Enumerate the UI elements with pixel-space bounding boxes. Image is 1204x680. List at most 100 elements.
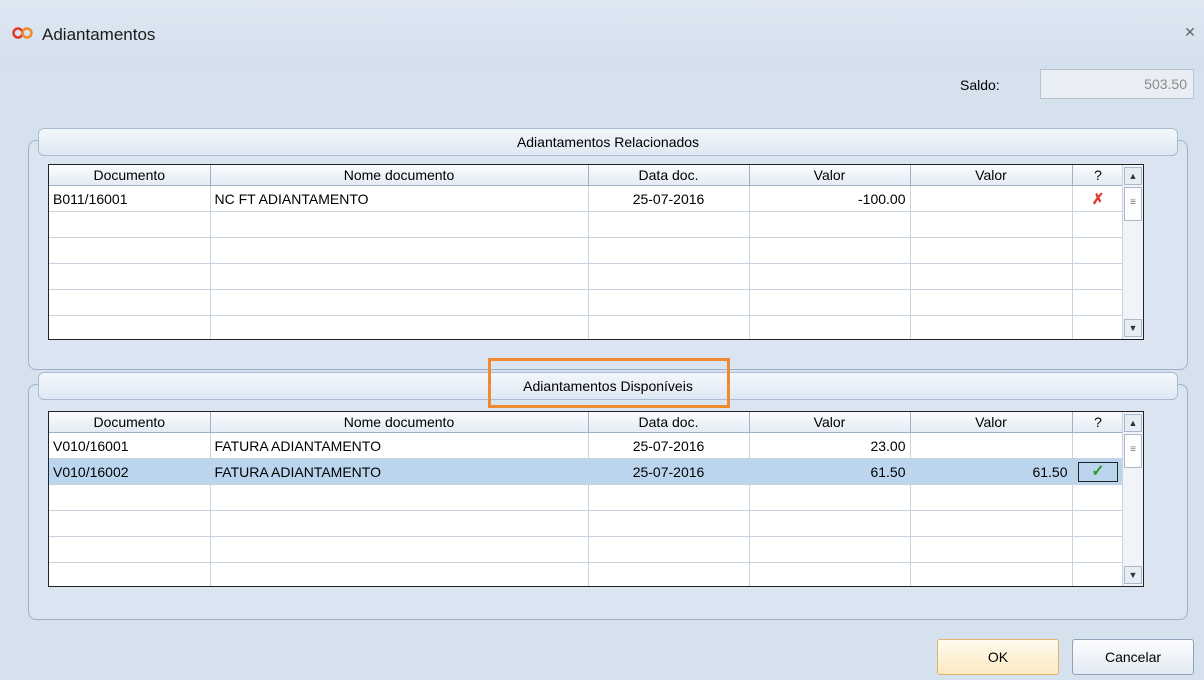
- cell-status[interactable]: [1072, 536, 1125, 563]
- remove-icon[interactable]: ✗: [1092, 191, 1105, 208]
- saldo-field: 503.50: [1040, 69, 1194, 99]
- col-data-doc-header[interactable]: Data doc.: [588, 412, 750, 433]
- cell-valor2: [910, 211, 1073, 238]
- table-row[interactable]: [49, 211, 1125, 238]
- title-bar: Adiantamentos ✕: [0, 0, 1204, 70]
- ok-button[interactable]: OK: [937, 639, 1059, 675]
- cell-documento: [49, 263, 211, 290]
- scroll-thumb[interactable]: ≡: [1124, 434, 1142, 468]
- cell-nome: [210, 263, 589, 290]
- cell-valor: [749, 211, 911, 238]
- related-header: Adiantamentos Relacionados: [38, 128, 1178, 156]
- table-row[interactable]: V010/16001 FATURA ADIANTAMENTO 25-07-2016 2…: [49, 432, 1125, 459]
- cell-status[interactable]: [1072, 263, 1125, 290]
- table-row[interactable]: [49, 484, 1125, 511]
- cell-nome: FATURA ADIANTAMENTO: [210, 432, 589, 459]
- cell-status[interactable]: [1072, 237, 1125, 264]
- table-row[interactable]: [49, 237, 1125, 264]
- cell-nome: FATURA ADIANTAMENTO: [210, 458, 589, 485]
- scroll-up-icon[interactable]: ▲: [1124, 167, 1142, 185]
- cell-data: [588, 562, 750, 586]
- cell-valor2: [910, 237, 1073, 264]
- cell-valor2: [910, 432, 1073, 459]
- col-data-doc-header[interactable]: Data doc.: [588, 165, 750, 186]
- cell-status[interactable]: [1072, 211, 1125, 238]
- cell-nome: [210, 289, 589, 316]
- available-scrollbar[interactable]: ▲ ≡ ▼: [1122, 412, 1143, 586]
- table-row[interactable]: [49, 263, 1125, 290]
- check-icon[interactable]: ✓: [1078, 461, 1118, 482]
- scroll-up-icon[interactable]: ▲: [1124, 414, 1142, 432]
- window-title: Adiantamentos: [42, 25, 156, 44]
- cell-data: [588, 315, 750, 339]
- cell-documento: V010/16002: [49, 458, 211, 485]
- table-row[interactable]: [49, 315, 1125, 339]
- cell-nome: [210, 562, 589, 586]
- col-nome-documento-header[interactable]: Nome documento: [210, 165, 589, 186]
- app-logo-icon: [12, 27, 33, 39]
- col-valor-header[interactable]: Valor: [749, 412, 911, 433]
- cell-status[interactable]: ✓: [1072, 458, 1125, 485]
- cell-data: [588, 211, 750, 238]
- related-table: Documento Nome documento Data doc. Valor Val…: [49, 165, 1125, 339]
- cell-data: [588, 237, 750, 264]
- table-row[interactable]: [49, 562, 1125, 586]
- cell-status[interactable]: [1072, 315, 1125, 339]
- cell-documento: [49, 289, 211, 316]
- table-row[interactable]: [49, 289, 1125, 316]
- cell-valor2: [910, 484, 1073, 511]
- cell-valor2: [910, 510, 1073, 537]
- close-icon[interactable]: ✕: [1182, 24, 1198, 40]
- cell-nome: [210, 211, 589, 238]
- scroll-down-icon[interactable]: ▼: [1124, 566, 1142, 584]
- cell-status[interactable]: ✗: [1072, 185, 1125, 212]
- col-valor-header[interactable]: Valor: [749, 165, 911, 186]
- cell-documento: [49, 536, 211, 563]
- cell-valor2: 61.50: [910, 458, 1073, 485]
- available-grid: Documento Nome documento Data doc. Valor Val…: [48, 411, 1144, 587]
- cell-documento: [49, 562, 211, 586]
- cell-valor: [749, 289, 911, 316]
- col-status-header[interactable]: ?: [1072, 412, 1125, 433]
- cell-status[interactable]: [1072, 432, 1125, 459]
- highlight-box: [488, 358, 730, 408]
- cell-status[interactable]: [1072, 484, 1125, 511]
- cell-valor: [749, 510, 911, 537]
- table-row[interactable]: [49, 536, 1125, 563]
- col-valor-2-header[interactable]: Valor: [910, 412, 1073, 433]
- cell-status[interactable]: [1072, 562, 1125, 586]
- cell-valor: [749, 484, 911, 511]
- cell-documento: V010/16001: [49, 432, 211, 459]
- cell-nome: [210, 315, 589, 339]
- cell-status[interactable]: [1072, 289, 1125, 316]
- cell-valor: [749, 536, 911, 563]
- cell-nome: NC FT ADIANTAMENTO: [210, 185, 589, 212]
- related-scrollbar[interactable]: ▲ ≡ ▼: [1122, 165, 1143, 339]
- cell-documento: [49, 237, 211, 264]
- cell-valor: [749, 315, 911, 339]
- related-grid: Documento Nome documento Data doc. Valor Val…: [48, 164, 1144, 340]
- col-nome-documento-header[interactable]: Nome documento: [210, 412, 589, 433]
- col-documento-header[interactable]: Documento: [49, 412, 211, 433]
- cancel-button[interactable]: Cancelar: [1072, 639, 1194, 675]
- col-status-header[interactable]: ?: [1072, 165, 1125, 186]
- cell-valor2: [910, 289, 1073, 316]
- scroll-down-icon[interactable]: ▼: [1124, 319, 1142, 337]
- cell-valor2: [910, 185, 1073, 212]
- cell-valor2: [910, 536, 1073, 563]
- table-row[interactable]: V010/16002 FATURA ADIANTAMENTO 25-07-2016 6…: [49, 458, 1125, 485]
- col-documento-header[interactable]: Documento: [49, 165, 211, 186]
- cell-documento: [49, 211, 211, 238]
- cell-valor: [749, 562, 911, 586]
- cell-data: [588, 510, 750, 537]
- cell-nome: [210, 510, 589, 537]
- available-table: Documento Nome documento Data doc. Valor Val…: [49, 412, 1125, 586]
- cell-documento: B011/16001: [49, 185, 211, 212]
- cell-documento: [49, 315, 211, 339]
- col-valor-2-header[interactable]: Valor: [910, 165, 1073, 186]
- table-row[interactable]: [49, 510, 1125, 537]
- cell-data: 25-07-2016: [588, 185, 750, 212]
- table-row[interactable]: B011/16001 NC FT ADIANTAMENTO 25-07-2016 -1…: [49, 185, 1125, 212]
- scroll-thumb[interactable]: ≡: [1124, 187, 1142, 221]
- cell-status[interactable]: [1072, 510, 1125, 537]
